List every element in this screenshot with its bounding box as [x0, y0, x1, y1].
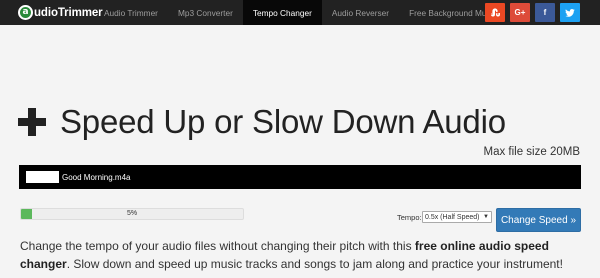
logo-badge-icon: a [18, 5, 33, 20]
tab-mp3-converter[interactable]: Mp3 Converter [168, 0, 243, 25]
tab-tempo-changer[interactable]: Tempo Changer [242, 0, 322, 25]
tab-audio-trimmer[interactable]: Audio Trimmer [94, 0, 168, 25]
page-title: Speed Up or Slow Down Audio [60, 103, 506, 140]
change-speed-button[interactable]: Change Speed » [496, 208, 581, 232]
file-input-bar[interactable]: Good Morning.m4a [19, 165, 581, 189]
tempo-label: Tempo: [397, 213, 422, 222]
upload-progress-bar: 5% [20, 208, 244, 220]
twitter-icon [565, 8, 575, 17]
progress-percent-label: 5% [126, 210, 138, 217]
description-text: Change the tempo of your audio files wit… [20, 237, 585, 273]
max-file-size-label: Max file size 20MB [483, 146, 580, 158]
logo-mark: a [22, 7, 29, 17]
stumbleupon-icon [490, 8, 500, 17]
stumbleupon-button[interactable] [485, 3, 505, 22]
description-part-1: Change the tempo of your audio files wit… [20, 239, 415, 253]
dropdown-arrow-icon: ▼ [483, 214, 489, 220]
page-title-row: Speed Up or Slow Down Audio [18, 103, 506, 140]
tab-audio-reverser[interactable]: Audio Reverser [322, 0, 399, 25]
nav-tabs: Audio Trimmer Mp3 Converter Tempo Change… [94, 0, 507, 25]
choose-file-button[interactable] [26, 171, 59, 183]
logo-text: udioTrimmer [34, 6, 103, 19]
selected-file-name: Good Morning.m4a [62, 172, 131, 182]
site-logo[interactable]: a udioTrimmer [18, 4, 103, 21]
facebook-button[interactable]: f [535, 3, 555, 22]
description-part-2: . Slow down and speed up music tracks an… [66, 257, 563, 271]
facebook-icon: f [543, 8, 547, 17]
twitter-button[interactable] [560, 3, 580, 22]
google-plus-button[interactable]: G+ [510, 3, 530, 22]
google-plus-icon: G+ [514, 8, 526, 17]
top-navbar: a udioTrimmer Audio Trimmer Mp3 Converte… [0, 0, 600, 25]
tempo-selected-value: 0.5x (Half Speed) [425, 213, 480, 221]
tempo-select[interactable]: 0.5x (Half Speed) ▼ [422, 211, 492, 223]
plus-icon [18, 108, 46, 136]
